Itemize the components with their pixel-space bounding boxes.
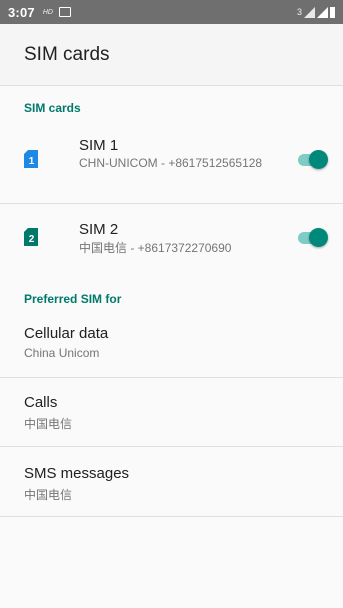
sim-slot-number: 1 (29, 156, 35, 167)
sim-subtitle: 中国电信 - +8617372270690 (79, 241, 232, 255)
signal-icon-sim1 (304, 6, 315, 18)
sim-card-icon: 2 (24, 228, 38, 246)
pref-value: 中国电信 (24, 488, 73, 502)
sim-subtitle: CHN-UNICOM - +8617512565128 (79, 156, 263, 170)
sim-2-toggle[interactable] (296, 227, 328, 247)
pref-title: Calls (24, 394, 58, 411)
pref-title: Cellular data (24, 325, 109, 342)
status-time: 3:07 (8, 4, 35, 20)
preferred-calls[interactable]: Calls 中国电信 (0, 378, 343, 446)
app-bar: SIM cards (0, 24, 343, 86)
toggle-thumb (309, 150, 328, 169)
notification-icon (58, 7, 71, 17)
sim-card-icon: 1 (24, 150, 38, 168)
sim-slot-number: 2 (29, 234, 35, 245)
sim-title: SIM 2 (79, 221, 119, 238)
sim-title: SIM 1 (79, 137, 119, 154)
divider (0, 516, 343, 517)
hd-indicator: HD (42, 8, 53, 16)
sim-1-toggle[interactable] (296, 149, 328, 169)
status-bar: 3:07 HD 3 (0, 0, 343, 24)
toggle-thumb (309, 228, 328, 247)
preferred-sms-messages[interactable]: SMS messages 中国电信 (0, 447, 343, 515)
preferred-cellular-data[interactable]: Cellular data China Unicom (0, 311, 343, 379)
section-header-sim-cards: SIM cards (24, 101, 81, 115)
page-title: SIM cards (24, 43, 110, 65)
battery-icon (330, 6, 335, 18)
sim-row-1[interactable]: 1 SIM 1 CHN-UNICOM - +8617512565128 (0, 128, 343, 196)
pref-value: China Unicom (24, 346, 100, 360)
network-type-label: 3 (296, 7, 302, 17)
section-header-preferred-sim: Preferred SIM for (24, 292, 122, 306)
status-icons: 3 (296, 6, 335, 18)
sim-row-2[interactable]: 2 SIM 2 中国电信 - +8617372270690 (0, 204, 343, 272)
signal-icon-sim2 (317, 6, 328, 18)
pref-title: SMS messages (24, 465, 130, 482)
pref-value: 中国电信 (24, 417, 73, 431)
